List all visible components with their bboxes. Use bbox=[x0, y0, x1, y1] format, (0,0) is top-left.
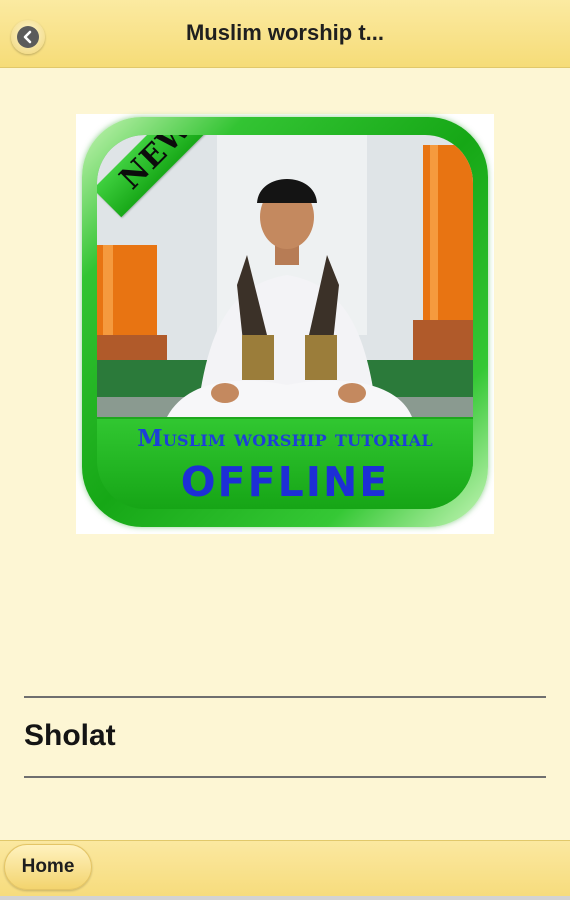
app-icon-image: Muslim worship tutorial OFFLINE NEW bbox=[76, 114, 494, 534]
content-area: Muslim worship tutorial OFFLINE NEW Shol… bbox=[0, 69, 570, 841]
divider-bottom bbox=[24, 776, 546, 778]
page-title: Muslim worship t... bbox=[185, 20, 384, 45]
divider-top bbox=[24, 696, 546, 698]
app-header: Muslim worship t... bbox=[0, 0, 570, 68]
icon-inner: Muslim worship tutorial OFFLINE NEW bbox=[97, 135, 473, 509]
home-button[interactable]: Home bbox=[4, 844, 92, 890]
banner-title: Muslim worship tutorial bbox=[137, 425, 433, 452]
bottom-strip bbox=[0, 896, 570, 900]
section-title[interactable]: Sholat bbox=[24, 719, 116, 753]
icon-frame: Muslim worship tutorial OFFLINE NEW bbox=[82, 117, 488, 527]
banner: Muslim worship tutorial OFFLINE bbox=[97, 419, 473, 509]
back-arrow-icon bbox=[17, 26, 39, 48]
back-button[interactable] bbox=[11, 20, 45, 54]
banner-subtitle: OFFLINE bbox=[180, 458, 390, 506]
footer-bar: Home bbox=[0, 840, 570, 900]
